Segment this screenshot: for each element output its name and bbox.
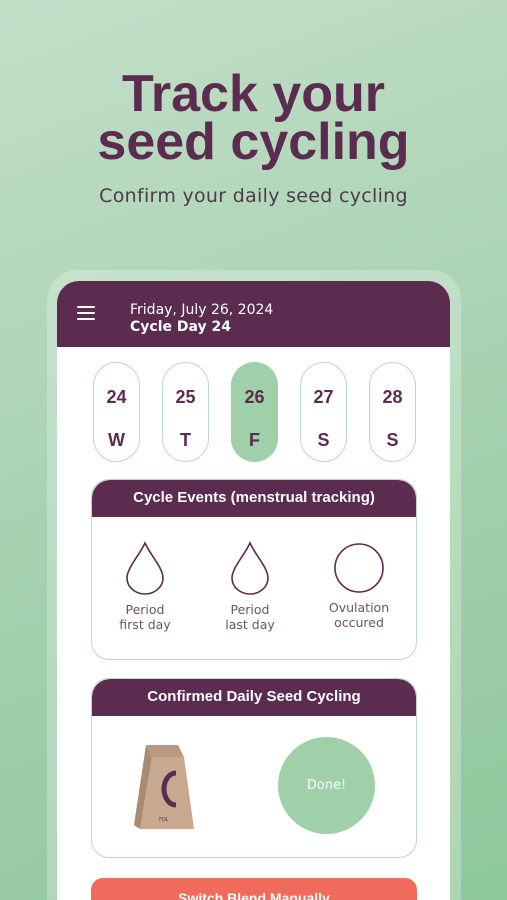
app-screen: Friday, July 26, 2024 Cycle Day 24 24 W … [57, 281, 450, 900]
day-number: 27 [313, 387, 334, 407]
day-letter: T [180, 430, 191, 450]
promo-title-line1: Track your [121, 65, 386, 123]
done-button[interactable]: Done! [278, 737, 375, 834]
promo-title-line2: seed cycling [97, 113, 410, 171]
droplet-icon [231, 541, 269, 595]
switch-blend-button[interactable]: Switch Blend Manually [91, 878, 417, 900]
bag-label: FOL [159, 817, 169, 823]
day-letter: S [317, 430, 330, 450]
header-date: Friday, July 26, 2024 [130, 302, 274, 318]
event-period-first-day[interactable]: Period first day [100, 540, 190, 632]
day-letter: F [249, 430, 260, 450]
hamburger-menu-icon[interactable] [77, 306, 95, 320]
seed-cycling-card: Confirmed Daily Seed Cycling FOL Done! [91, 678, 417, 858]
cycle-events-card: Cycle Events (menstrual tracking) Period… [91, 479, 417, 660]
circle-icon [334, 543, 384, 593]
day-number: 26 [244, 387, 265, 407]
droplet-icon [126, 541, 164, 595]
cycle-events-title: Cycle Events (menstrual tracking) [92, 480, 416, 517]
event-label: Period first day [119, 602, 171, 632]
header-cycle-day: Cycle Day 24 [130, 319, 231, 335]
seed-blend-bag: FOL [132, 741, 202, 837]
seed-cycling-title: Confirmed Daily Seed Cycling [92, 679, 416, 716]
event-label: Period last day [225, 602, 275, 632]
event-ovulation[interactable]: Ovulation occured [314, 542, 404, 630]
app-header: Friday, July 26, 2024 Cycle Day 24 [57, 281, 450, 347]
seed-bag-icon: FOL [134, 745, 194, 829]
day-letter: S [386, 430, 399, 450]
day-pill-25[interactable]: 25 T [162, 362, 209, 462]
day-number: 24 [106, 387, 127, 407]
promo-subtitle: Confirm your daily seed cycling [99, 185, 408, 207]
event-period-last-day[interactable]: Period last day [205, 540, 295, 632]
day-pill-24[interactable]: 24 W [93, 362, 140, 462]
promo-headline: Track your seed cycling [0, 65, 507, 171]
day-pill-26-selected[interactable]: 26 F [231, 362, 278, 462]
day-letter: W [108, 430, 125, 450]
day-number: 28 [382, 387, 403, 407]
day-number: 25 [175, 387, 196, 407]
day-pill-27[interactable]: 27 S [300, 362, 347, 462]
day-pill-28[interactable]: 28 S [369, 362, 416, 462]
event-label: Ovulation occured [328, 600, 390, 630]
